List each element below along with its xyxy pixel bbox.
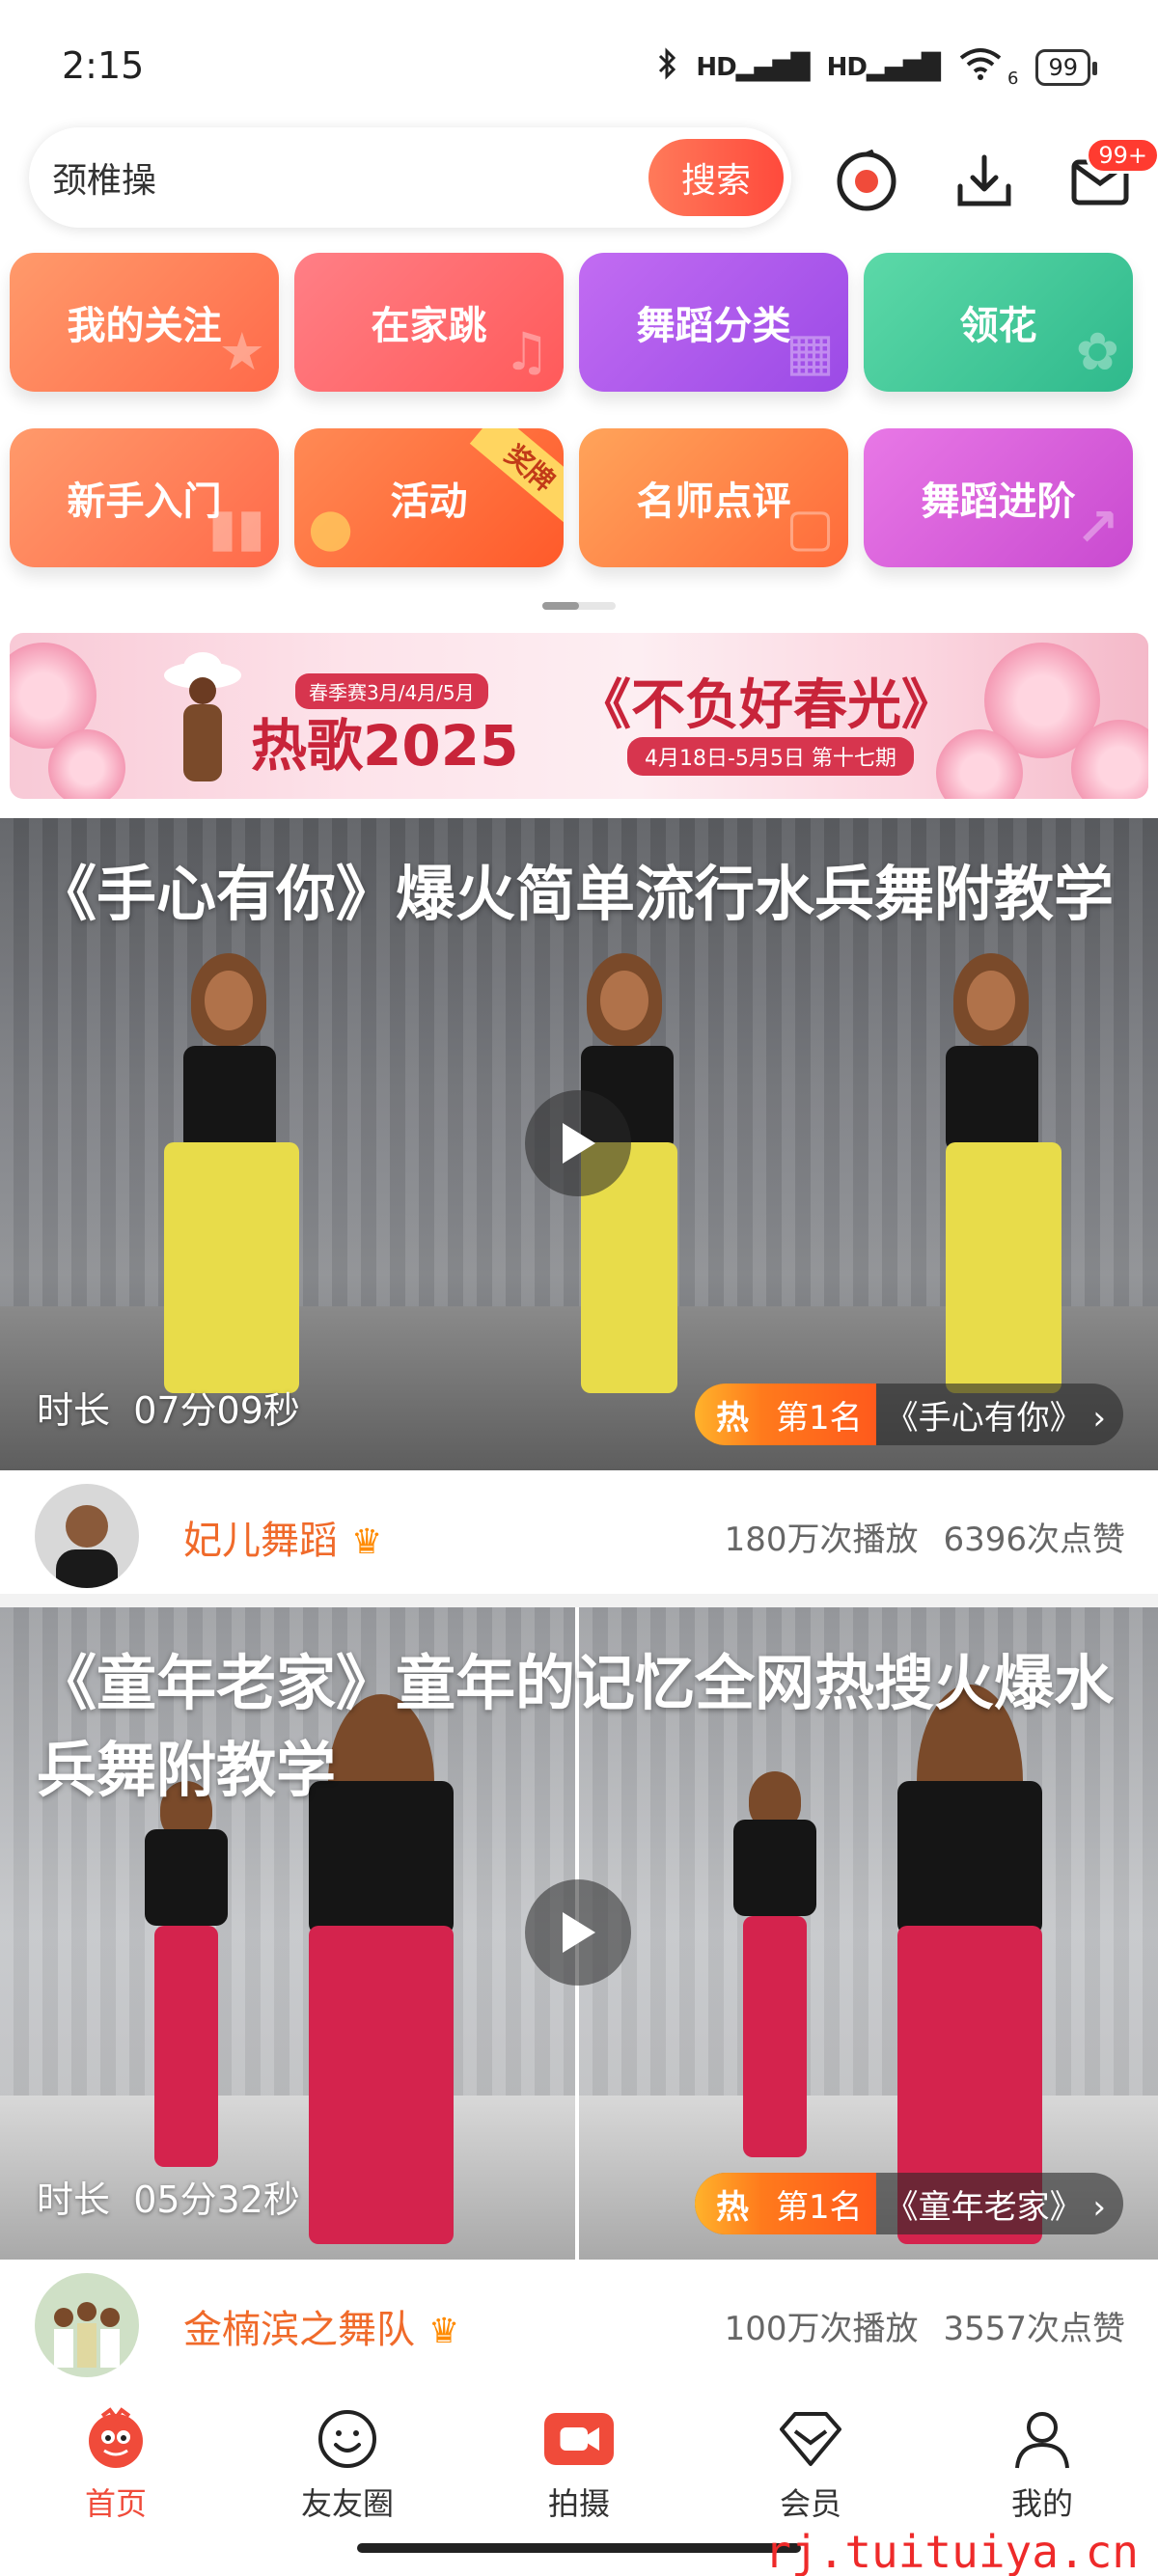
home-indicator[interactable] <box>357 2543 801 2553</box>
rank-badge[interactable]: 热 第1名 《手心有你》 › <box>694 1384 1123 1445</box>
nav-label: 会员 <box>779 2485 841 2522</box>
video-stats: 100万次播放 3557次点赞 <box>724 2310 1125 2348</box>
status-icons: HD▂▄▆█ HD▂▄▆█ 6 99 <box>657 46 1097 89</box>
video-title: 《手心有你》爆火简单流行水兵舞附教学 <box>37 859 1115 929</box>
banner-hot-songs: 热歌2025 <box>251 713 519 779</box>
nav-label: 拍摄 <box>547 2485 610 2522</box>
avatar[interactable] <box>35 2273 139 2377</box>
category-row-2: 新手入门 ▮▮ 活动 奖牌 ● 名师点评 ▢ 舞蹈进阶 ↗ <box>10 428 1148 567</box>
banner-title: 《不负好春光》 <box>577 674 955 737</box>
mail-icon[interactable]: 99+ <box>1062 137 1158 220</box>
hot-icon: 热 <box>694 2173 762 2234</box>
nav-label: 首页 <box>84 2485 147 2522</box>
nav-home[interactable]: 首页 <box>19 2404 212 2524</box>
crown-icon: ♛ <box>428 2312 460 2351</box>
download-icon[interactable] <box>946 143 1023 220</box>
home-icon <box>81 2404 151 2474</box>
cat-beginner[interactable]: 新手入门 ▮▮ <box>10 428 279 567</box>
rank-badge[interactable]: 热 第1名 《童年老家》 › <box>694 2173 1123 2234</box>
wifi-sub: 6 <box>1007 68 1019 89</box>
cat-teacher-review[interactable]: 名师点评 ▢ <box>579 428 848 567</box>
blossom-decoration <box>48 729 125 799</box>
cat-events[interactable]: 活动 奖牌 ● <box>294 428 564 567</box>
page-indicator-active <box>542 602 579 610</box>
medal-ribbon: 奖牌 <box>469 428 564 523</box>
video-stats: 180万次播放 6396次点赞 <box>724 1521 1125 1559</box>
status-time: 2:15 <box>62 44 145 87</box>
author-row-2: 金楠滨之舞队 ♛ 100万次播放 3557次点赞 <box>0 2263 1158 2379</box>
mail-badge: 99+ <box>1086 137 1158 174</box>
crown-icon: ♛ <box>351 1522 383 1562</box>
nav-label: 我的 <box>1010 2485 1073 2522</box>
cat-get-flowers[interactable]: 领花 ✿ <box>864 253 1133 392</box>
category-row-1: 我的关注 ★ 在家跳 ♫ 舞蹈分类 ▦ 领花 ✿ <box>10 253 1148 392</box>
cat-advanced-dance[interactable]: 舞蹈进阶 ↗ <box>864 428 1133 567</box>
rank-song: 《手心有你》 › <box>885 1398 1106 1438</box>
camera-icon <box>544 2404 614 2474</box>
arrow-up-icon: ↗ <box>1075 497 1119 558</box>
diamond-icon <box>776 2404 845 2474</box>
search-button[interactable]: 搜索 <box>648 139 784 216</box>
smile-icon <box>313 2404 382 2474</box>
nav-friends[interactable]: 友友圈 <box>251 2404 444 2524</box>
video-duration: 时长 07分09秒 <box>37 1389 300 1432</box>
star-icon: ★ <box>218 321 265 382</box>
avatar[interactable] <box>35 1484 139 1588</box>
promo-banner[interactable]: 春季赛3月/4月/5月 热歌2025 《不负好春光》 4月18日-5月5日 第十… <box>10 633 1148 799</box>
signal-icon-1: HD▂▄▆█ <box>696 53 810 82</box>
search-box: 搜索 <box>29 127 791 228</box>
play-icon[interactable] <box>525 1879 631 1986</box>
cat-dance-at-home[interactable]: 在家跳 ♫ <box>294 253 564 392</box>
dancer-icon: ♫ <box>503 321 550 382</box>
signal-icon-2: HD▂▄▆█ <box>826 53 941 82</box>
category-grid: 我的关注 ★ 在家跳 ♫ 舞蹈分类 ▦ 领花 ✿ 新手入门 ▮▮ 活动 奖牌 ● 名师点评… <box>10 253 1148 604</box>
hot-icon: 热 <box>694 1384 762 1445</box>
flower-icon: ✿ <box>1075 321 1119 382</box>
page-indicator <box>542 602 616 610</box>
video-card-1[interactable]: 《手心有你》爆火简单流行水兵舞附教学 时长 07分09秒 热 第1名 《手心有你… <box>0 818 1158 1470</box>
rank-song: 《童年老家》 › <box>885 2187 1106 2227</box>
rank-number: 第1名 <box>761 1384 876 1445</box>
comment-icon: ▢ <box>785 497 835 558</box>
rank-number: 第1名 <box>761 2173 876 2234</box>
video-card-2[interactable]: 《童年老家》童年的记忆全网热搜火爆水兵舞附教学 时长 05分32秒 热 第1名 … <box>0 1607 1158 2260</box>
play-icon[interactable] <box>525 1090 631 1196</box>
cat-my-follows[interactable]: 我的关注 ★ <box>10 253 279 392</box>
wifi-icon <box>957 46 1004 89</box>
video-duration: 时长 05分32秒 <box>37 2179 300 2221</box>
search-row: 搜索 99+ <box>0 127 1158 233</box>
author-name[interactable]: 妃儿舞蹈 ♛ <box>183 1509 382 1565</box>
nav-vip[interactable]: 会员 <box>714 2404 907 2524</box>
bluetooth-icon <box>657 46 678 89</box>
video-title: 《童年老家》童年的记忆全网热搜火爆水兵舞附教学 <box>37 1648 1115 1805</box>
banner-date: 4月18日-5月5日 第十七期 <box>627 737 914 776</box>
watermark: rj.tuituiya.cn <box>764 2526 1139 2576</box>
search-input[interactable] <box>52 147 612 208</box>
nav-shoot[interactable]: 拍摄 <box>482 2404 676 2524</box>
bars-icon: ▮▮ <box>207 497 265 558</box>
author-name[interactable]: 金楠滨之舞队 ♛ <box>183 2298 459 2354</box>
nav-me[interactable]: 我的 <box>946 2404 1139 2524</box>
battery-icon: 99 <box>1035 49 1097 86</box>
music-disc-icon[interactable] <box>828 143 905 220</box>
grid-icon: ▦ <box>785 321 835 382</box>
coin-icon: ● <box>308 497 354 558</box>
status-bar: 2:15 HD▂▄▆█ HD▂▄▆█ 6 99 <box>0 0 1158 125</box>
girl-illustration <box>164 652 241 781</box>
divider <box>0 1594 1158 1607</box>
author-row-1: 妃儿舞蹈 ♛ 180万次播放 6396次点赞 <box>0 1474 1158 1590</box>
nav-label: 友友圈 <box>300 2485 394 2522</box>
person-icon <box>1007 2404 1077 2474</box>
cat-dance-categories[interactable]: 舞蹈分类 ▦ <box>579 253 848 392</box>
